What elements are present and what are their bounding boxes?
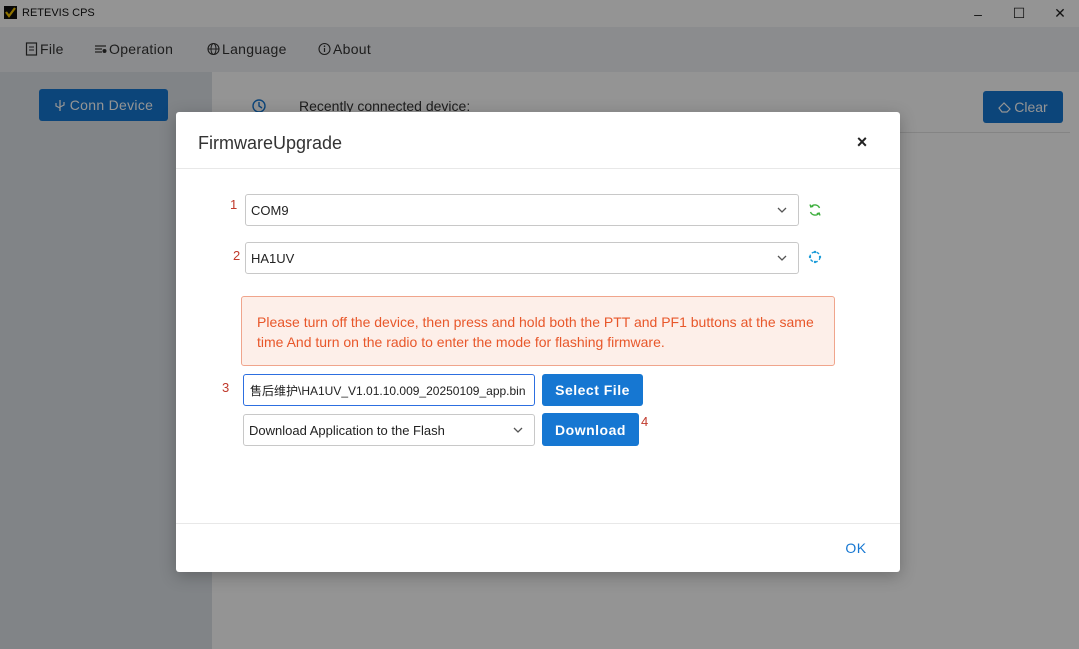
firmware-file-path-input[interactable]: 售后维护\HA1UV_V1.01.10.009_20250109_app.bin: [243, 374, 535, 406]
step-number-1: 1: [230, 197, 238, 212]
download-mode-select[interactable]: Download Application to the Flash: [243, 414, 535, 446]
flash-mode-instructions: Please turn off the device, then press a…: [241, 296, 835, 366]
com-port-select[interactable]: COM9: [245, 194, 799, 226]
dialog-footer-divider: [176, 523, 900, 524]
step-number-2: 2: [233, 248, 241, 263]
com-port-value: COM9: [251, 202, 289, 218]
refresh-icon[interactable]: [808, 203, 822, 217]
model-select[interactable]: HA1UV: [245, 242, 799, 274]
download-mode-value: Download Application to the Flash: [249, 422, 445, 438]
chevron-down-icon: [777, 207, 787, 213]
alert-text: Please turn off the device, then press a…: [257, 314, 814, 350]
chevron-down-icon: [513, 427, 523, 433]
ok-button[interactable]: OK: [838, 539, 874, 557]
dialog-close-button[interactable]: ×: [852, 132, 872, 152]
select-file-button[interactable]: Select File: [542, 374, 643, 406]
step-number-3: 3: [222, 380, 230, 395]
download-button[interactable]: Download: [542, 413, 639, 446]
step-number-4: 4: [641, 414, 649, 429]
dialog-header-divider: [176, 168, 900, 169]
firmware-upgrade-dialog: FirmwareUpgrade × 1 COM9 2 HA1UV Please …: [176, 112, 900, 572]
model-value: HA1UV: [251, 250, 295, 266]
chevron-down-icon: [777, 255, 787, 261]
dialog-title: FirmwareUpgrade: [198, 133, 343, 153]
spinner-icon[interactable]: [808, 250, 822, 264]
